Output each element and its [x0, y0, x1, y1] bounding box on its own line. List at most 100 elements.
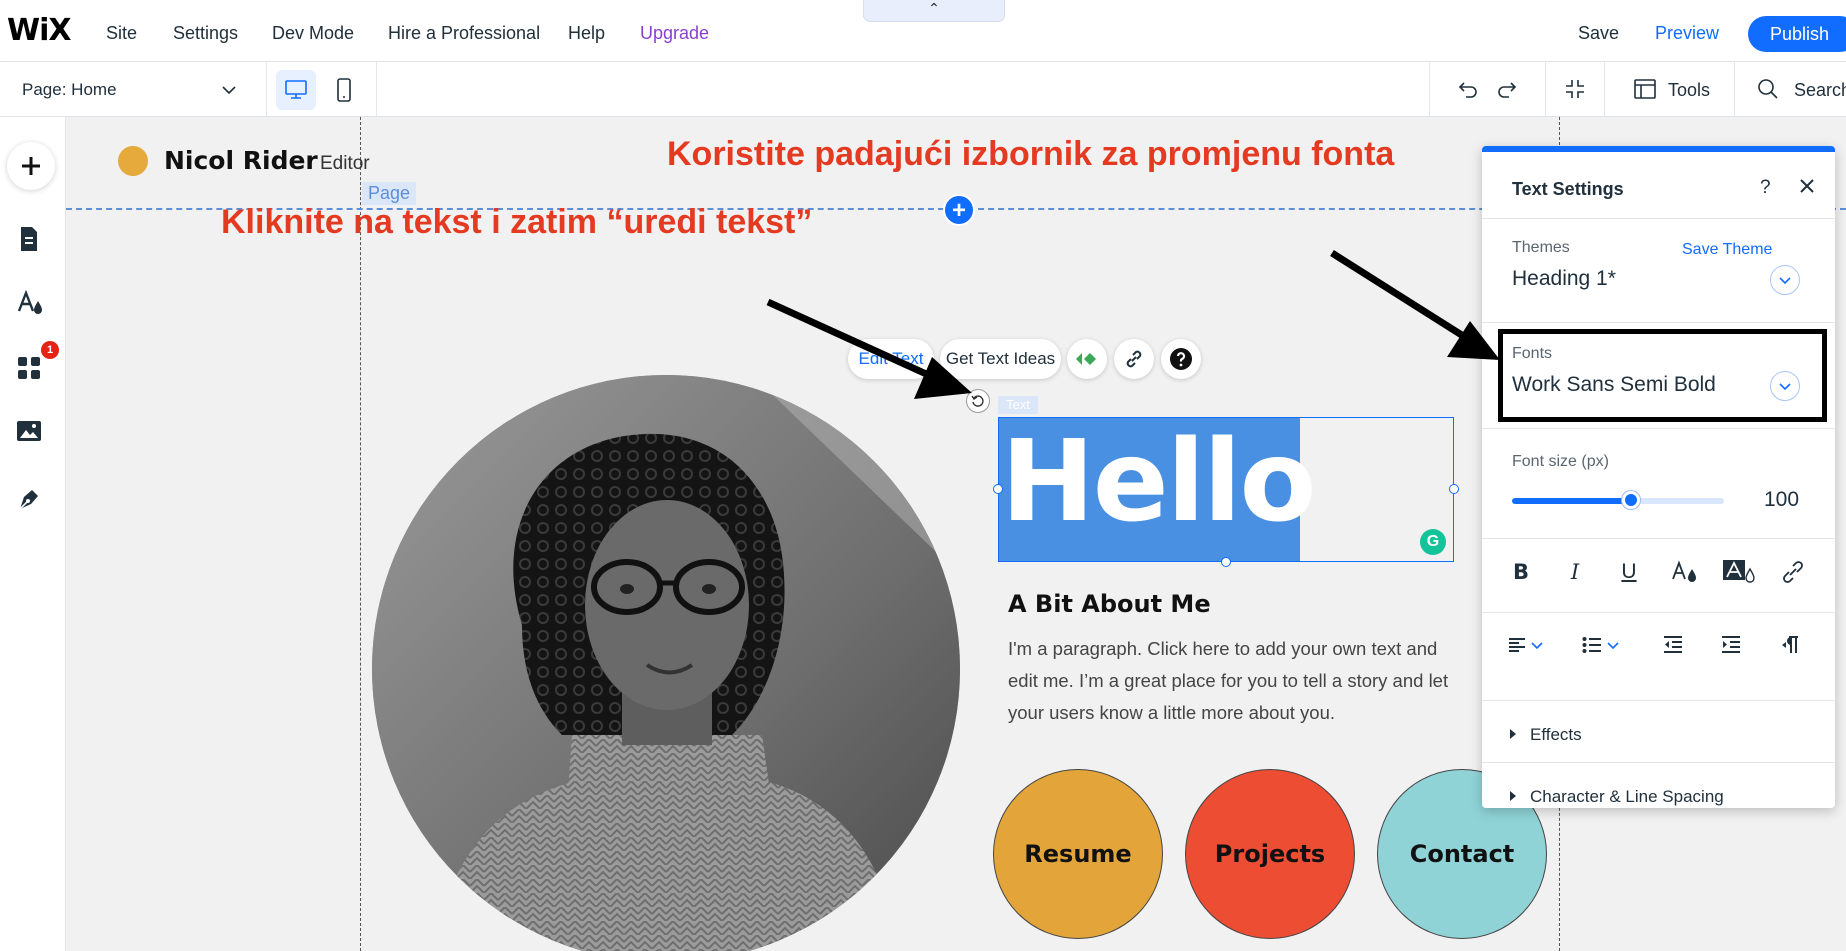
menu-dev-mode[interactable]: Dev Mode — [272, 24, 354, 42]
about-title[interactable]: A Bit About Me — [1008, 592, 1211, 616]
close-icon[interactable] — [1797, 176, 1817, 196]
undo-icon[interactable] — [1456, 77, 1480, 101]
redo-icon[interactable] — [1495, 77, 1519, 101]
annotation-font-instruction: Koristite padajući izbornik za promjenu … — [667, 135, 1395, 173]
pages-icon[interactable] — [16, 225, 42, 253]
font-size-value[interactable]: 100 — [1764, 489, 1799, 510]
chevron-down-icon — [1779, 383, 1791, 391]
grammarly-icon[interactable]: G — [1420, 529, 1446, 555]
publish-button[interactable]: Publish — [1748, 16, 1846, 52]
menu-upgrade[interactable]: Upgrade — [640, 24, 709, 42]
text-settings-panel: Text Settings ? Themes Save Theme Headin… — [1482, 146, 1835, 808]
resize-handle-right[interactable] — [1449, 484, 1459, 494]
page-tag: Page — [362, 182, 416, 205]
menu-hire-professional[interactable]: Hire a Professional — [388, 24, 540, 42]
page-selector[interactable]: Page: Home — [22, 81, 117, 98]
search-button[interactable]: Search — [1794, 81, 1846, 99]
text-direction-icon[interactable] — [1780, 630, 1802, 660]
preview-button[interactable]: Preview — [1655, 24, 1719, 42]
edit-text-button[interactable]: Edit Text — [848, 339, 934, 379]
apps-icon[interactable] — [16, 355, 42, 381]
desktop-icon — [285, 80, 307, 99]
panel-separator — [1482, 762, 1835, 763]
media-icon[interactable] — [16, 419, 42, 443]
font-size-slider[interactable] — [1512, 498, 1724, 504]
panel-separator — [1482, 218, 1835, 219]
mobile-view-button[interactable] — [324, 70, 364, 110]
fonts-dropdown[interactable] — [1770, 371, 1800, 401]
panel-title: Text Settings — [1512, 179, 1624, 199]
panel-separator — [1482, 428, 1835, 429]
help-button[interactable] — [1161, 339, 1201, 379]
rotate-handle[interactable] — [966, 389, 990, 413]
about-paragraph[interactable]: I'm a paragraph. Click here to add your … — [1008, 633, 1468, 729]
chevron-down-icon — [1607, 642, 1619, 650]
profile-portrait-image[interactable] — [372, 375, 960, 951]
plus-icon — [22, 157, 40, 175]
tools-icon[interactable] — [1633, 77, 1657, 101]
outdent-icon[interactable] — [1662, 630, 1684, 660]
font-size-slider-fill — [1512, 498, 1631, 504]
toolbar-divider — [266, 62, 267, 117]
chevron-down-icon — [1531, 642, 1543, 650]
panel-separator — [1482, 700, 1835, 701]
save-theme-link[interactable]: Save Theme — [1682, 242, 1772, 258]
theme-value[interactable]: Heading 1* — [1512, 268, 1616, 289]
wix-logo[interactable]: WiX — [7, 16, 72, 46]
get-text-ideas-button[interactable]: Get Text Ideas — [940, 339, 1061, 379]
menu-settings[interactable]: Settings — [173, 24, 238, 42]
panel-help-button[interactable]: ? — [1760, 178, 1771, 197]
panel-separator — [1482, 612, 1835, 613]
text-element-tag: Text — [998, 396, 1038, 414]
caret-right-icon — [1510, 729, 1516, 739]
site-name[interactable]: Nicol Rider — [164, 148, 318, 173]
menu-site[interactable]: Site — [106, 24, 137, 42]
site-editor-label[interactable]: Editor — [320, 154, 370, 173]
list-style-dropdown[interactable] — [1582, 630, 1620, 660]
collapse-topbar-tab[interactable]: ⌃ — [863, 0, 1005, 22]
effects-label: Effects — [1530, 725, 1582, 744]
link-button[interactable] — [1114, 339, 1154, 379]
theme-design-icon[interactable] — [16, 289, 46, 317]
heading-text-element[interactable]: Hello — [998, 417, 1454, 562]
question-icon — [1170, 348, 1192, 370]
font-value[interactable]: Work Sans Semi Bold — [1512, 374, 1716, 395]
menu-help[interactable]: Help — [568, 24, 605, 42]
site-logo-dot[interactable] — [118, 146, 148, 176]
annotation-text-instruction: Kliknite na tekst i zatim “uredi tekst” — [221, 203, 813, 241]
italic-button[interactable]: I — [1560, 557, 1590, 587]
effects-section-toggle[interactable]: Effects — [1510, 726, 1582, 743]
resize-handle-left[interactable] — [993, 484, 1003, 494]
save-button[interactable]: Save — [1578, 24, 1619, 42]
bullet-list-icon — [1582, 637, 1601, 653]
blog-pen-icon[interactable] — [16, 485, 42, 513]
zoom-out-icon[interactable] — [1563, 77, 1587, 101]
editor-toolbar: Page: Home Tools Search — [0, 62, 1846, 117]
indent-icon[interactable] — [1720, 630, 1742, 660]
underline-button[interactable]: U — [1614, 557, 1644, 587]
resume-button[interactable]: Resume — [993, 769, 1163, 939]
mobile-icon — [337, 78, 351, 102]
themes-dropdown[interactable] — [1770, 265, 1800, 295]
resize-handle-bottom[interactable] — [1221, 557, 1231, 567]
text-align-dropdown[interactable] — [1508, 630, 1544, 660]
desktop-view-button[interactable] — [276, 70, 316, 110]
chevron-down-icon[interactable] — [220, 81, 238, 99]
add-section-button[interactable]: + — [943, 194, 975, 226]
bold-button[interactable]: B — [1506, 557, 1536, 587]
toolbar-divider — [1604, 62, 1605, 117]
highlight-color-icon[interactable] — [1722, 557, 1758, 587]
animation-button[interactable] — [1067, 339, 1107, 379]
heading-text[interactable]: Hello — [1001, 426, 1316, 538]
spacing-section-toggle[interactable]: Character & Line Spacing — [1510, 788, 1724, 805]
font-size-slider-knob[interactable] — [1621, 491, 1640, 509]
add-elements-button[interactable] — [7, 142, 55, 190]
page-guide-left — [360, 117, 361, 951]
text-color-icon[interactable] — [1670, 557, 1700, 587]
link-icon[interactable] — [1778, 557, 1808, 587]
search-icon[interactable] — [1756, 77, 1780, 101]
page-selector-label: Page: — [22, 80, 67, 99]
projects-button[interactable]: Projects — [1185, 769, 1355, 939]
font-size-label: Font size (px) — [1512, 453, 1609, 470]
tools-button[interactable]: Tools — [1668, 81, 1710, 99]
